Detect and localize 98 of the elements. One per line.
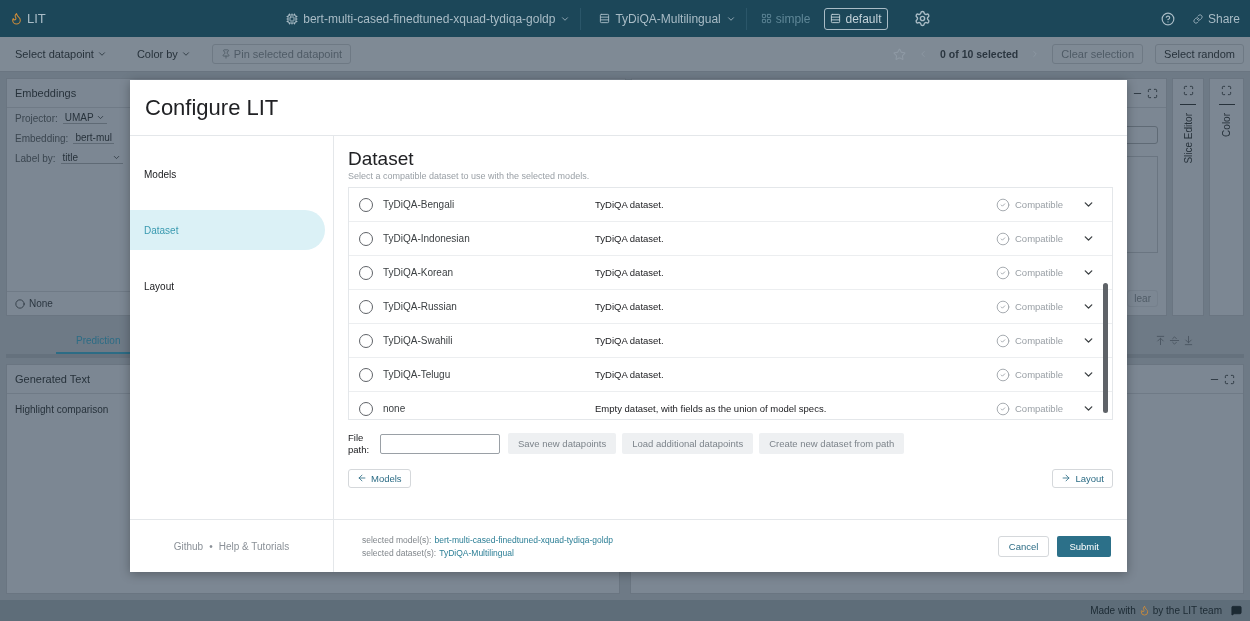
layout-toggle[interactable]: simple bbox=[754, 7, 817, 30]
status-text: Compatible bbox=[1015, 233, 1064, 244]
footer-text: Made with bbox=[1090, 605, 1136, 616]
circle-icon bbox=[15, 298, 25, 309]
highlight-label: Highlight comparison bbox=[15, 404, 109, 415]
side-tab-label: Color bbox=[1221, 113, 1232, 137]
field-label: Projector: bbox=[15, 112, 58, 124]
field-label: Label by: bbox=[15, 152, 56, 164]
rows-icon bbox=[830, 13, 842, 24]
settings-icon[interactable] bbox=[913, 10, 931, 27]
link-icon bbox=[1192, 13, 1203, 24]
model-selector[interactable]: bert-multi-cased-finedtuned-xquad-tydiqa-goldp bbox=[276, 7, 582, 30]
selection-label: selected model(s): bbox=[362, 534, 432, 545]
status-text: Compatible bbox=[1015, 199, 1064, 210]
footer-text: by the LIT team bbox=[1152, 605, 1222, 616]
dataset-row[interactable]: TyDiQA-Bengali TyDiQA dataset. Compatible bbox=[349, 188, 1112, 222]
arrow-left-icon bbox=[357, 473, 367, 484]
arrow-right-icon bbox=[1061, 473, 1072, 484]
check-icon bbox=[996, 367, 1010, 382]
check-icon bbox=[996, 265, 1010, 280]
dialog-title: Configure LIT bbox=[145, 94, 279, 121]
status-text: Compatible bbox=[1015, 301, 1064, 312]
dataset-description: TyDiQA dataset. bbox=[595, 233, 665, 244]
dataset-description: Empty dataset, with fields as the union of model specs. bbox=[595, 403, 828, 414]
status-text: Compatible bbox=[1015, 403, 1064, 414]
submit-button[interactable]: Submit bbox=[1057, 535, 1111, 557]
pin-icon bbox=[220, 49, 231, 59]
side-tab-label: Slice Editor bbox=[1182, 113, 1194, 164]
check-icon bbox=[996, 401, 1010, 416]
dataset-description: TyDiQA dataset. bbox=[595, 199, 665, 210]
nav-item[interactable]: Layout bbox=[130, 266, 325, 306]
check-icon bbox=[996, 197, 1010, 212]
model-link[interactable]: bert-multi-cased-finedtuned-xquad-tydiqa-goldp bbox=[434, 534, 614, 545]
dataset-description: TyDiQA dataset. bbox=[595, 301, 665, 312]
dataset-description: TyDiQA dataset. bbox=[595, 267, 665, 278]
scrollbar[interactable] bbox=[1103, 283, 1108, 413]
next-button[interactable]: Layout bbox=[1052, 468, 1113, 488]
nav-item[interactable]: Models bbox=[130, 154, 325, 194]
caret-icon bbox=[112, 153, 122, 162]
label-by-dropdown[interactable]: title bbox=[60, 152, 124, 164]
dataset-name: TyDiQA-Korean bbox=[383, 267, 455, 278]
dataset-description: TyDiQA dataset. bbox=[595, 335, 665, 346]
dataset-name: TyDiQA-Russian bbox=[383, 301, 458, 312]
dataset-row[interactable]: TyDiQA-Indonesian TyDiQA dataset. Compatible bbox=[349, 222, 1112, 256]
dataset-name: TyDiQA-Telugu bbox=[383, 369, 452, 380]
selection-count: 0 of 10 selected bbox=[940, 48, 1019, 60]
flame-icon bbox=[10, 12, 23, 25]
caret-icon bbox=[180, 49, 191, 59]
dataset-name: TyDiQA-Swahili bbox=[383, 335, 454, 346]
check-icon bbox=[996, 333, 1010, 348]
status-text: Compatible bbox=[1015, 335, 1064, 346]
color-by-dropdown[interactable]: Color by bbox=[127, 44, 200, 64]
section-title: Dataset bbox=[348, 148, 415, 170]
side-panel-tab[interactable]: Color bbox=[1209, 78, 1244, 316]
layout-toggle[interactable]: default bbox=[824, 7, 888, 30]
caret-icon bbox=[95, 113, 105, 122]
dataset-name: none bbox=[383, 403, 407, 414]
panel-title: Embeddings bbox=[15, 87, 77, 99]
link[interactable]: Github bbox=[173, 540, 204, 552]
embedding-dropdown[interactable]: bert-mul bbox=[73, 132, 115, 144]
grid-icon bbox=[760, 13, 772, 24]
select-random-button[interactable]: Select random bbox=[1155, 44, 1244, 64]
caret-icon bbox=[96, 49, 107, 59]
share-button[interactable]: Share bbox=[1182, 7, 1240, 30]
projector-dropdown[interactable]: UMAP bbox=[62, 112, 107, 124]
list-icon bbox=[599, 13, 611, 24]
section-subtitle: Select a compatible dataset to use with the selected models. bbox=[348, 171, 591, 181]
feedback-icon[interactable] bbox=[1231, 605, 1242, 616]
selection-label: selected dataset(s): bbox=[362, 547, 437, 558]
help-icon[interactable] bbox=[1160, 11, 1175, 26]
dataset-name: TyDiQA-Bengali bbox=[383, 199, 456, 210]
maximize-icon[interactable] bbox=[1221, 85, 1232, 96]
dataset-description: TyDiQA dataset. bbox=[595, 369, 665, 380]
cancel-button[interactable]: Cancel bbox=[997, 535, 1050, 557]
flame-icon bbox=[1138, 605, 1150, 616]
status-text: Compatible bbox=[1015, 369, 1064, 380]
file-path-field[interactable] bbox=[380, 433, 500, 454]
file-path-label: File path: bbox=[348, 432, 371, 456]
dataset-selector[interactable]: TyDiQA-Multilingual bbox=[589, 7, 747, 30]
side-panel-tab[interactable]: Slice Editor bbox=[1172, 78, 1204, 316]
check-icon bbox=[996, 231, 1010, 246]
maximize-icon[interactable] bbox=[1224, 373, 1235, 385]
back-button[interactable]: Models bbox=[348, 468, 411, 488]
field-label: Embedding: bbox=[15, 132, 69, 144]
select-datapoint-dropdown[interactable]: Select datapoint bbox=[6, 44, 116, 64]
panel-title: Generated Text bbox=[15, 373, 90, 385]
check-icon bbox=[996, 299, 1010, 314]
dataset-name: TyDiQA-Indonesian bbox=[383, 233, 471, 244]
status-text: Compatible bbox=[1015, 267, 1064, 278]
maximize-icon[interactable] bbox=[1182, 85, 1194, 96]
separator-dot: • bbox=[209, 540, 213, 552]
nav-item[interactable]: Dataset bbox=[130, 210, 325, 250]
dataset-link[interactable]: TyDiQA-Multilingual bbox=[439, 547, 514, 558]
app-title: LIT bbox=[27, 11, 46, 26]
link[interactable]: Help & Tutorials bbox=[218, 540, 290, 552]
dataset-row[interactable]: TyDiQA-Korean TyDiQA dataset. Compatible bbox=[349, 256, 1112, 290]
legend-label: None bbox=[29, 298, 53, 309]
maximize-icon[interactable] bbox=[1147, 87, 1158, 99]
